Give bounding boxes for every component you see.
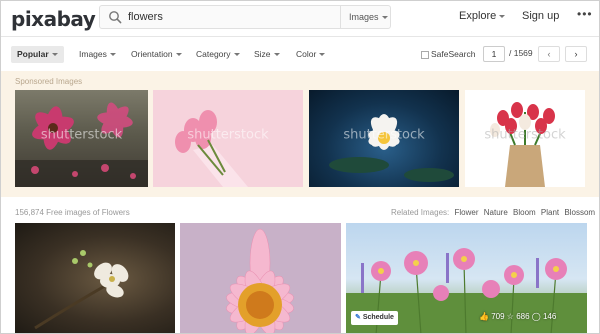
results-count: 156,874 Free images of Flowers xyxy=(15,208,130,217)
explore-label: Explore xyxy=(459,10,497,22)
result-image-1[interactable] xyxy=(15,223,175,333)
like-icon[interactable]: 👍 xyxy=(479,312,489,321)
filter-color-label: Color xyxy=(296,49,317,59)
sponsored-image-1[interactable]: shutterstock xyxy=(15,90,148,187)
likes-count: 709 xyxy=(491,312,505,321)
related-tag-blossom[interactable]: Blossom xyxy=(564,208,595,217)
search-scope-dropdown[interactable]: Images xyxy=(340,6,390,28)
explore-menu[interactable]: Explore xyxy=(459,10,506,22)
result-image-2[interactable] xyxy=(180,223,341,333)
pink-gerbera-image xyxy=(180,223,341,333)
white-blossom-image xyxy=(34,250,129,330)
filter-size[interactable]: Size xyxy=(254,46,280,63)
chevron-down-icon xyxy=(381,16,388,20)
sort-label: Popular xyxy=(17,49,49,59)
watermark: shutterstock xyxy=(484,127,566,143)
image-stats: 👍 709 ☆ 686 ◯ 146 xyxy=(479,312,556,321)
sponsored-image-2[interactable]: shutterstock xyxy=(153,90,303,187)
safesearch-label: SafeSearch xyxy=(431,49,476,59)
sponsored-label: Sponsored Images xyxy=(15,77,83,86)
filter-bar: Popular Images Orientation Category Size… xyxy=(1,38,599,71)
sponsored-section: Sponsored Images shutterstock shuttersto… xyxy=(1,71,599,197)
watermark: shutterstock xyxy=(343,127,425,143)
sponsored-image-3[interactable]: shutterstock xyxy=(309,90,459,187)
comment-icon[interactable]: ◯ xyxy=(532,312,541,321)
chevron-down-icon xyxy=(175,53,182,57)
pixabay-logo[interactable]: pixabay xyxy=(11,7,96,31)
search-icon[interactable] xyxy=(108,10,122,24)
schedule-badge[interactable]: ✎ Schedule xyxy=(351,311,398,325)
chevron-down-icon xyxy=(273,53,280,57)
chevron-down-icon xyxy=(51,53,58,57)
star-icon[interactable]: ☆ xyxy=(507,312,514,321)
safesearch-toggle[interactable]: SafeSearch xyxy=(421,46,475,63)
schedule-icon: ✎ xyxy=(355,314,361,321)
comments-count: 146 xyxy=(542,312,557,321)
filter-orientation[interactable]: Orientation xyxy=(131,46,182,63)
filter-category[interactable]: Category xyxy=(196,46,240,63)
chevron-down-icon xyxy=(109,53,116,57)
filter-category-label: Category xyxy=(196,49,231,59)
safesearch-checkbox[interactable] xyxy=(421,50,429,59)
more-menu-icon[interactable]: ••• xyxy=(577,7,593,21)
search-scope-label: Images xyxy=(349,12,379,22)
chevron-down-icon xyxy=(233,53,240,57)
next-page-button[interactable]: › xyxy=(565,46,587,62)
related-tag-nature[interactable]: Nature xyxy=(484,208,508,217)
related-tag-bloom[interactable]: Bloom xyxy=(513,208,536,217)
chevron-down-icon xyxy=(319,53,326,57)
related-tag-flower[interactable]: Flower xyxy=(455,208,479,217)
prev-page-button[interactable]: ‹ xyxy=(538,46,560,62)
schedule-label: Schedule xyxy=(362,314,394,321)
related-label: Related Images: xyxy=(391,208,450,217)
search-bar[interactable]: Images xyxy=(99,5,391,29)
filter-size-label: Size xyxy=(254,49,271,59)
search-input[interactable] xyxy=(128,9,338,25)
watermark: shutterstock xyxy=(187,127,269,143)
top-header: pixabay Images Explore Sign up ••• xyxy=(1,1,599,37)
filter-images-label: Images xyxy=(79,49,107,59)
favorites-count: 686 xyxy=(516,312,530,321)
filter-color[interactable]: Color xyxy=(296,46,326,63)
page-total: / 1569 xyxy=(509,48,533,58)
page-number-input[interactable] xyxy=(483,46,505,62)
sort-popular-dropdown[interactable]: Popular xyxy=(11,46,64,63)
browser-viewport: pixabay Images Explore Sign up ••• Popul… xyxy=(0,0,600,334)
related-tag-plant[interactable]: Plant xyxy=(541,208,559,217)
sponsored-image-4[interactable]: shutterstock xyxy=(465,90,585,187)
related-images: Related Images: Flower Nature Bloom Plan… xyxy=(391,208,595,217)
signup-link[interactable]: Sign up xyxy=(522,10,559,22)
watermark: shutterstock xyxy=(40,127,123,143)
filter-images[interactable]: Images xyxy=(79,46,116,63)
chevron-down-icon xyxy=(499,14,506,18)
filter-orientation-label: Orientation xyxy=(131,49,173,59)
